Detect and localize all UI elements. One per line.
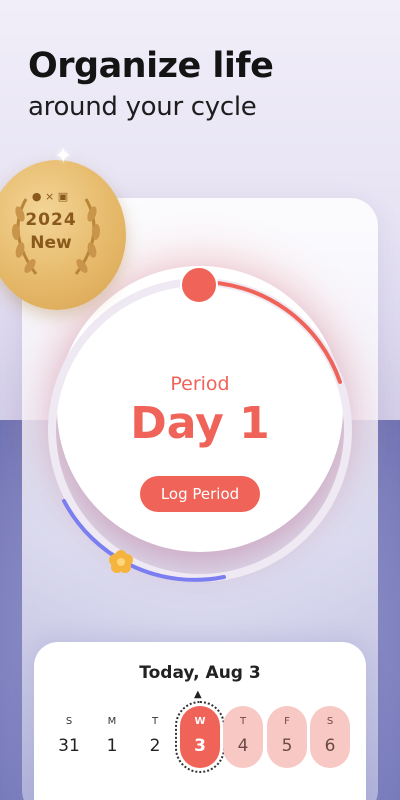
day-number: 6 — [324, 736, 336, 756]
android-icon: ▣ — [57, 190, 69, 203]
cycle-day-label: Day 1 — [130, 398, 270, 449]
calendar-day-predicted[interactable]: T 4 — [223, 706, 263, 768]
day-number: 5 — [281, 736, 293, 756]
calendar-title: Today, Aug 3 — [139, 663, 261, 683]
calendar-day-predicted[interactable]: F 5 — [267, 706, 307, 768]
day-number: 3 — [194, 736, 206, 756]
badge-new-label: New — [30, 233, 72, 253]
award-badge: ● × ▣ 2024 New — [0, 160, 128, 310]
weekday-letter: F — [284, 716, 290, 727]
weekday-letter: T — [151, 716, 159, 727]
badge-year: 2024 — [25, 210, 77, 230]
sparkle-icon: ✦ — [54, 144, 73, 169]
calendar-day-predicted[interactable]: S 6 — [310, 706, 350, 768]
headline: Organize life — [28, 46, 274, 86]
day-number: 1 — [106, 736, 118, 756]
caret-up-icon: ▲ — [194, 689, 202, 700]
weekday-letter: M — [107, 716, 117, 727]
weekday-letter: S — [65, 716, 73, 727]
calendar-day[interactable]: M 1 — [92, 706, 132, 768]
calendar-day[interactable]: S 31 — [49, 706, 89, 768]
subheadline: around your cycle — [28, 92, 257, 122]
day-number: 4 — [237, 736, 249, 756]
weekday-letter: S — [326, 716, 334, 727]
calendar-day-today[interactable]: W 3 — [175, 701, 225, 773]
log-period-button[interactable]: Log Period — [140, 476, 260, 512]
current-day-marker[interactable] — [180, 266, 218, 304]
calendar-day[interactable]: T 2 — [135, 706, 175, 768]
day-number: 2 — [149, 736, 161, 756]
weekday-letter: W — [194, 716, 206, 727]
weekday-letter: T — [239, 716, 247, 727]
day-number: 31 — [58, 736, 80, 756]
badge-platforms: ● × ▣ — [31, 190, 69, 203]
cycle-phase-label: Period — [170, 373, 230, 395]
